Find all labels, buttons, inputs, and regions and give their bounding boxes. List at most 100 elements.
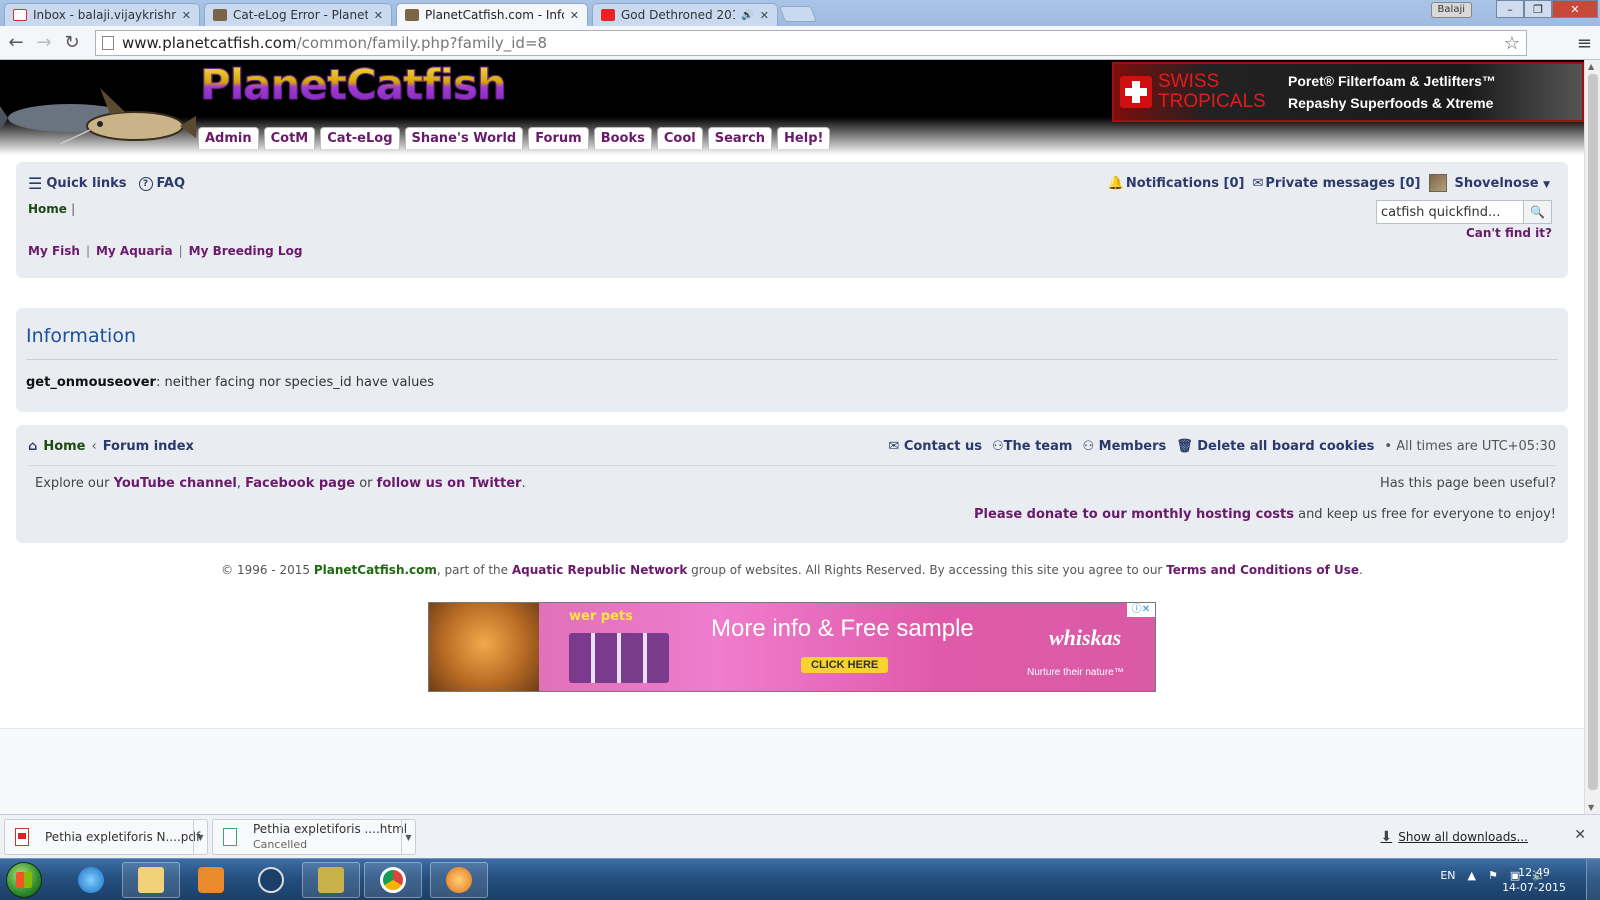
download-item[interactable]: Pethia expletiforis ....html Cancelled ▼ xyxy=(212,819,416,855)
my-aquaria-link[interactable]: My Aquaria xyxy=(96,244,173,258)
nav-tab-shanes-world[interactable]: Shane's World xyxy=(404,127,524,149)
quickfind-input[interactable] xyxy=(1377,204,1523,220)
quick-links-link[interactable]: Quick links xyxy=(46,176,126,191)
explore-prefix: Explore our xyxy=(35,476,114,491)
profile-badge[interactable]: Balaji xyxy=(1430,2,1472,18)
close-icon[interactable]: ✕ xyxy=(760,9,769,22)
internet-explorer-icon[interactable] xyxy=(62,862,120,898)
private-messages-link[interactable]: ✉ Private messages [0] xyxy=(1252,176,1420,191)
hamburger-icon[interactable]: ☰ xyxy=(28,174,42,193)
home-icon: ⌂ xyxy=(28,439,38,454)
hp-icon[interactable] xyxy=(242,862,300,898)
show-desktop-button[interactable] xyxy=(1586,859,1600,900)
close-icon[interactable]: ✕ xyxy=(570,9,579,22)
members-link[interactable]: ⚇ Members xyxy=(1082,439,1166,454)
whiskas-banner-ad[interactable]: wer pets More info & Free sample CLICK H… xyxy=(428,602,1156,692)
forward-icon[interactable]: → xyxy=(32,31,56,55)
new-tab-button[interactable] xyxy=(779,6,817,22)
url-path: /common/family.php?family_id=8 xyxy=(296,34,548,52)
breadcrumb-home-link[interactable]: Home xyxy=(28,202,67,216)
youtube-channel-link[interactable]: YouTube channel xyxy=(114,476,237,491)
scroll-thumb[interactable] xyxy=(1588,74,1598,790)
orange-app-icon[interactable] xyxy=(430,862,488,898)
comma: , xyxy=(236,476,246,491)
contact-us-link[interactable]: ✉ Contact us xyxy=(888,439,982,454)
close-icon[interactable]: ✕ xyxy=(182,9,191,22)
tab-planetcatfish-information[interactable]: PlanetCatfish.com - Information ✕ xyxy=(396,3,588,26)
the-team-link[interactable]: ⚇The team xyxy=(992,439,1072,454)
download-menu-icon[interactable]: ▼ xyxy=(193,820,207,854)
ad-click-here-button[interactable]: CLICK HERE xyxy=(801,657,889,673)
address-bar[interactable]: www.planetcatfish.com /common/family.php… xyxy=(95,30,1527,56)
info-message: get_onmouseover: neither facing nor spec… xyxy=(26,375,434,390)
chrome-icon[interactable] xyxy=(364,862,422,898)
tab-gmail[interactable]: Inbox - balaji.vijaykrishnan ✕ xyxy=(4,3,200,26)
clock[interactable]: 12:49 14-07-2015 xyxy=(1502,865,1566,895)
site-header: PlanetCatfish Admin CotM Cat-eLog Shane'… xyxy=(0,60,1584,155)
vertical-scrollbar[interactable]: ▲ ▼ xyxy=(1584,60,1600,814)
adchoices-icon[interactable]: ⓘ✕ xyxy=(1127,603,1155,617)
url-host: www.planetcatfish.com xyxy=(122,34,297,52)
footer-home-link[interactable]: Home xyxy=(43,439,85,454)
ad-small-brand: wer pets xyxy=(569,609,633,624)
chrome-menu-icon[interactable]: ≡ xyxy=(1577,33,1592,54)
download-item[interactable]: Pethia expletiforis N....pdf ▼ xyxy=(4,819,208,855)
notifications-link[interactable]: 🔔 Notifications [0] xyxy=(1108,176,1245,191)
nav-tab-books[interactable]: Books xyxy=(593,127,652,149)
ad-tagline: Repashy Superfoods & Xtreme xyxy=(1288,95,1494,111)
tab-youtube[interactable]: God Dethroned 2015 0 🔊 ✕ xyxy=(592,3,778,26)
delete-cookies-link[interactable]: 🗑 Delete all board cookies xyxy=(1176,439,1374,454)
donate-link[interactable]: Please donate to our monthly hosting cos… xyxy=(974,507,1294,522)
flag-icon[interactable]: ⚑ xyxy=(1488,869,1498,882)
terms-link[interactable]: Terms and Conditions of Use xyxy=(1166,563,1359,577)
planetcatfish-link[interactable]: PlanetCatfish.com xyxy=(314,563,437,577)
search-icon[interactable]: 🔍 xyxy=(1523,201,1551,223)
envelope-icon: ✉ xyxy=(888,439,900,454)
nav-tab-forum[interactable]: Forum xyxy=(528,127,589,149)
scroll-up-icon[interactable]: ▲ xyxy=(1588,62,1594,71)
close-icon[interactable]: ✕ xyxy=(374,9,383,22)
scroll-down-icon[interactable]: ▼ xyxy=(1588,803,1594,812)
private-messages-label: Private messages [0] xyxy=(1265,175,1421,191)
tab-catelog-error[interactable]: Cat-eLog Error - PlanetCatfish ✕ xyxy=(204,3,392,26)
close-window-icon[interactable]: ✕ xyxy=(1552,0,1598,18)
show-all-downloads-link[interactable]: ⬇ Show all downloads... xyxy=(1381,829,1528,845)
media-player-icon[interactable] xyxy=(182,862,240,898)
aquatic-republic-link[interactable]: Aquatic Republic Network xyxy=(512,563,687,577)
breadcrumb-separator: | xyxy=(71,202,76,216)
nav-tab-cotm[interactable]: CotM xyxy=(263,127,316,149)
restore-icon[interactable]: ❐ xyxy=(1524,0,1552,18)
donate-rest: and keep us free for everyone to enjoy! xyxy=(1293,507,1556,522)
gmail-icon xyxy=(13,9,27,21)
page-useful-link[interactable]: Has this page been useful? xyxy=(1380,476,1556,491)
downloads-shelf: Pethia expletiforis N....pdf ▼ Pethia ex… xyxy=(0,814,1600,858)
site-logo[interactable]: PlanetCatfish xyxy=(200,60,508,110)
team-icon: ⚇ xyxy=(991,439,1004,454)
language-indicator[interactable]: EN xyxy=(1440,869,1455,882)
close-icon[interactable]: ✕ xyxy=(1574,827,1586,843)
app-icon[interactable] xyxy=(302,862,360,898)
start-button[interactable] xyxy=(6,862,42,898)
swiss-tropicals-banner-ad[interactable]: SWISS TROPICALS Poret® Filterfoam & Jetl… xyxy=(1112,62,1584,122)
bookmark-star-icon[interactable]: ☆ xyxy=(1504,33,1520,54)
username-menu[interactable]: Shovelnose ▼ xyxy=(1455,176,1551,191)
avatar[interactable] xyxy=(1428,174,1447,192)
nav-tab-cat-elog[interactable]: Cat-eLog xyxy=(320,127,400,149)
file-explorer-icon[interactable] xyxy=(122,862,180,898)
reload-icon[interactable]: ↻ xyxy=(60,31,84,55)
my-fish-link[interactable]: My Fish xyxy=(28,244,80,258)
tray-expand-icon[interactable]: ▲ xyxy=(1468,869,1476,882)
faq-link[interactable]: FAQ xyxy=(157,176,186,191)
download-menu-icon[interactable]: ▼ xyxy=(401,820,415,854)
back-icon[interactable]: ← xyxy=(4,31,28,55)
nav-tab-cool[interactable]: Cool xyxy=(656,127,703,149)
forum-index-link[interactable]: Forum index xyxy=(103,439,194,454)
minimize-icon[interactable]: – xyxy=(1496,0,1524,18)
facebook-page-link[interactable]: Facebook page xyxy=(245,476,355,491)
cant-find-link[interactable]: Can't find it? xyxy=(1466,226,1552,240)
my-breeding-log-link[interactable]: My Breeding Log xyxy=(189,244,303,258)
nav-tab-search[interactable]: Search xyxy=(707,127,773,149)
nav-tab-admin[interactable]: Admin xyxy=(198,127,259,149)
twitter-link[interactable]: follow us on Twitter xyxy=(377,476,522,491)
nav-tab-help[interactable]: Help! xyxy=(777,127,831,149)
